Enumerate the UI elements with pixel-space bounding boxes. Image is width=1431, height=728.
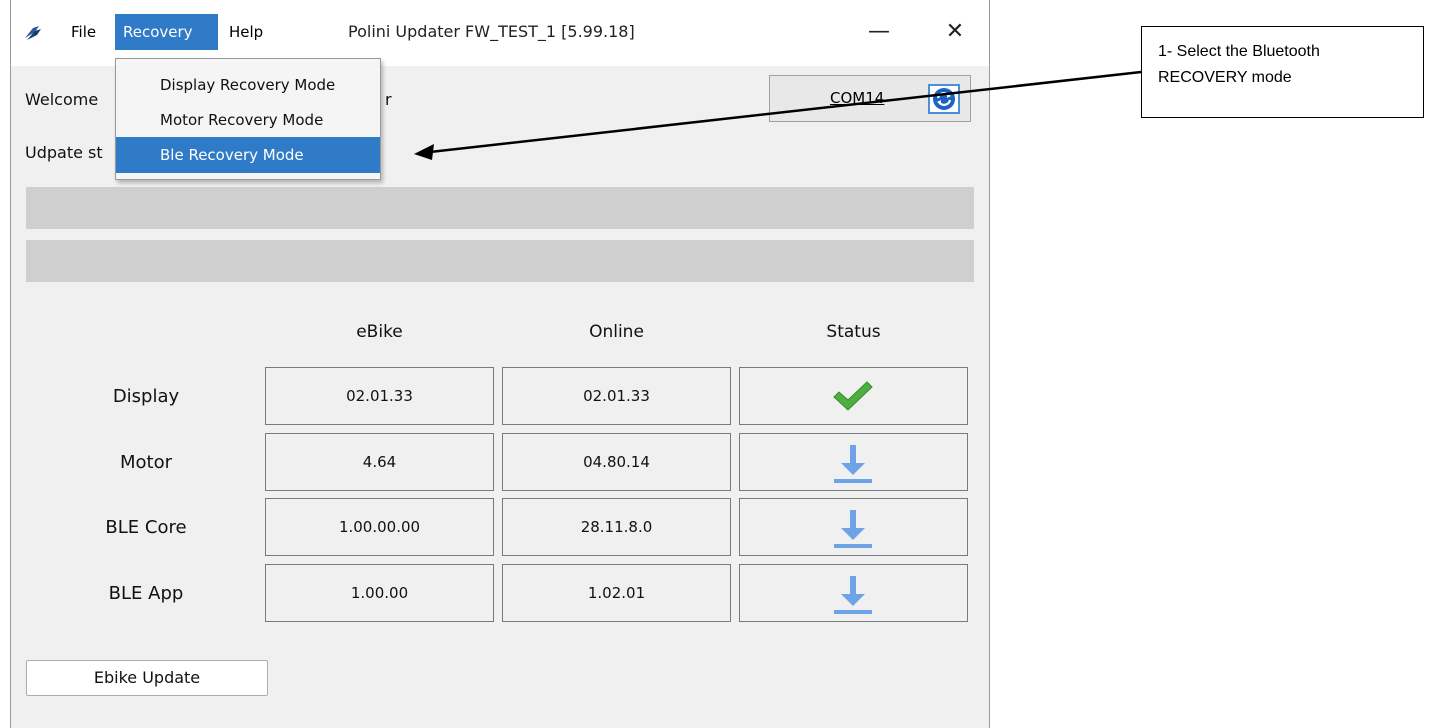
annotation-arrow: [414, 70, 1142, 160]
